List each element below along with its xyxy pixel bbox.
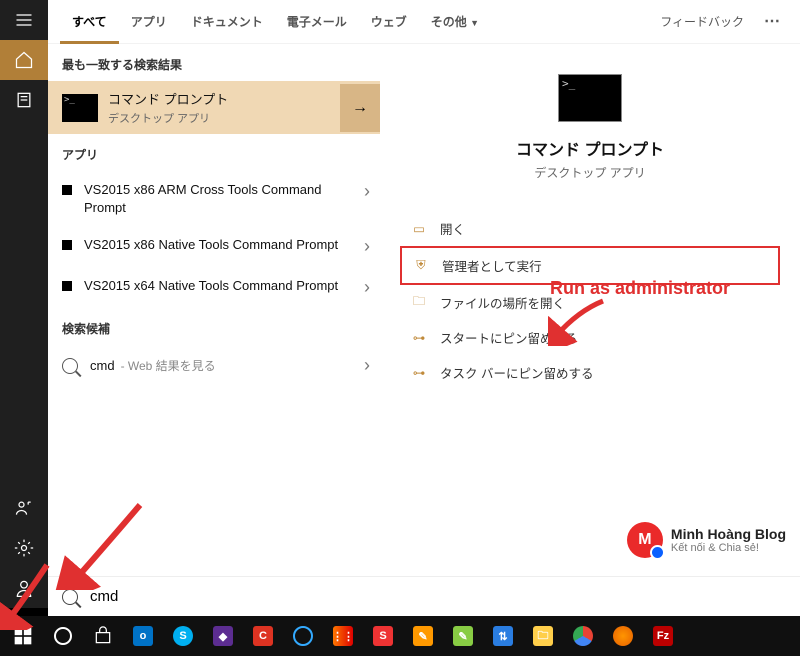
chevron-right-icon: ›: [364, 181, 370, 202]
best-match-cmd[interactable]: コマンド プロンプト デスクトップ アプリ →: [48, 81, 380, 134]
preview-sub: デスクトップ アプリ: [534, 164, 645, 181]
start-rail: [0, 0, 48, 608]
tab-more[interactable]: その他 ▼: [419, 0, 491, 44]
app-icon: [62, 185, 72, 195]
tab-documents[interactable]: ドキュメント: [179, 0, 275, 44]
section-apps: アプリ: [48, 134, 380, 171]
tab-feedback[interactable]: フィードバック: [648, 0, 756, 44]
chevron-right-icon: ›: [364, 236, 370, 257]
suggestion-hint: - Web 結果を見る: [121, 357, 216, 374]
cmd-icon: [62, 94, 98, 122]
watermark-logo: M: [627, 522, 663, 558]
action-open[interactable]: ▭ 開く: [400, 211, 780, 246]
app-result[interactable]: VS2015 x86 Native Tools Command Prompt ›: [48, 226, 380, 267]
taskbar-explorer[interactable]: 🗀: [524, 620, 562, 652]
tab-email[interactable]: 電子メール: [275, 0, 359, 44]
search-panel: すべて アプリ ドキュメント 電子メール ウェブ その他 ▼ フィードバック ⋯…: [48, 0, 800, 608]
taskbar-app1[interactable]: [284, 620, 322, 652]
taskbar-firefox[interactable]: [604, 620, 642, 652]
tab-apps[interactable]: アプリ: [119, 0, 179, 44]
web-suggestion[interactable]: cmd - Web 結果を見る ›: [48, 345, 380, 386]
rail-people[interactable]: [0, 488, 48, 528]
app-icon: [62, 240, 72, 250]
preview-icon: [558, 74, 622, 122]
admin-icon: ⛨: [412, 258, 430, 274]
taskbar-chrome[interactable]: [564, 620, 602, 652]
taskbar-winscp[interactable]: ⇅: [484, 620, 522, 652]
rail-menu[interactable]: [0, 0, 48, 40]
watermark-tagline: Kết nối & Chia sẻ!: [671, 542, 786, 554]
rail-home[interactable]: [0, 40, 48, 80]
app-result[interactable]: VS2015 x64 Native Tools Command Prompt ›: [48, 267, 380, 308]
suggestion-term: cmd: [90, 358, 115, 373]
taskbar-store[interactable]: [84, 620, 122, 652]
chevron-right-icon: ›: [364, 355, 370, 376]
best-match-arrow[interactable]: →: [340, 84, 380, 132]
taskbar-skype[interactable]: S: [164, 620, 202, 652]
taskbar-ccleaner[interactable]: C: [244, 620, 282, 652]
taskbar: o S ◆ C ⋮⋮ S ✎ ✎ ⇅ 🗀 Fz: [0, 616, 800, 656]
taskbar-filezilla[interactable]: Fz: [644, 620, 682, 652]
annotation-arrow-icon: [548, 296, 608, 346]
taskbar-outlook[interactable]: o: [124, 620, 162, 652]
app-title: VS2015 x86 Native Tools Command Prompt: [84, 236, 364, 254]
annotation-arrow-icon: [0, 560, 52, 630]
tab-ellipsis[interactable]: ⋯: [756, 0, 788, 44]
app-title: VS2015 x64 Native Tools Command Prompt: [84, 277, 364, 295]
taskbar-notepadpp[interactable]: ✎: [444, 620, 482, 652]
app-result[interactable]: VS2015 x86 ARM Cross Tools Command Promp…: [48, 171, 380, 226]
annotation-arrow-icon: [50, 500, 150, 590]
folder-icon: 🗀: [410, 295, 428, 311]
section-suggestions: 検索候補: [48, 308, 380, 345]
best-match-sub: デスクトップ アプリ: [108, 110, 336, 126]
search-input[interactable]: [90, 588, 786, 605]
rail-list[interactable]: [0, 80, 48, 120]
chevron-right-icon: ›: [364, 277, 370, 298]
search-bar: [48, 576, 800, 616]
action-pin-taskbar[interactable]: ⊶ タスク バーにピン留めする: [400, 355, 780, 390]
search-icon: [62, 589, 78, 605]
best-match-title: コマンド プロンプト: [108, 89, 336, 108]
search-icon: [62, 358, 78, 374]
open-icon: ▭: [410, 221, 428, 237]
pin-icon: ⊶: [410, 365, 428, 381]
tab-all[interactable]: すべて: [60, 0, 119, 44]
search-tabs: すべて アプリ ドキュメント 電子メール ウェブ その他 ▼ フィードバック ⋯: [48, 0, 800, 44]
section-best-match: 最も一致する検索結果: [48, 44, 380, 81]
watermark-name: Minh Hoàng Blog: [671, 526, 786, 542]
taskbar-snagit[interactable]: S: [364, 620, 402, 652]
app-title: VS2015 x86 ARM Cross Tools Command Promp…: [84, 181, 364, 216]
taskbar-screenpresso[interactable]: ✎: [404, 620, 442, 652]
tab-web[interactable]: ウェブ: [359, 0, 419, 44]
app-icon: [62, 281, 72, 291]
watermark: M Minh Hoàng Blog Kết nối & Chia sẻ!: [627, 522, 786, 558]
taskbar-visualstudio[interactable]: ◆: [204, 620, 242, 652]
pin-icon: ⊶: [410, 330, 428, 346]
taskbar-listary[interactable]: ⋮⋮: [324, 620, 362, 652]
preview-title: コマンド プロンプト: [516, 136, 664, 160]
